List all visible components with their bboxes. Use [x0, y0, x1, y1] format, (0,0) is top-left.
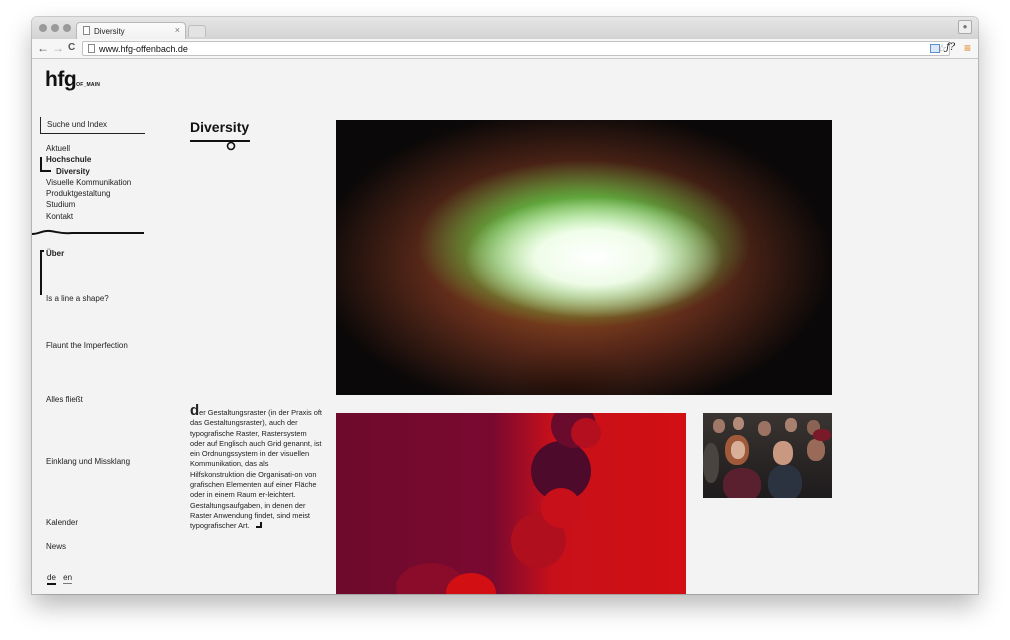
- nav-item-diversity[interactable]: Diversity: [46, 166, 131, 177]
- hfg-logo[interactable]: hfgOF_MAIN: [45, 68, 100, 92]
- zoom-window-dot[interactable]: [63, 24, 71, 32]
- logo-text: hfg: [45, 68, 77, 91]
- new-tab-button[interactable]: [188, 25, 206, 37]
- face: [807, 439, 825, 461]
- nav-item-produktgestaltung[interactable]: Produktgestaltung: [46, 188, 131, 199]
- browser-window: Diversity × ● ← → C www.hfg-offenbach.de…: [32, 17, 978, 594]
- user-profile-icon[interactable]: ●: [958, 20, 972, 34]
- close-window-dot[interactable]: [39, 24, 47, 32]
- address-bar[interactable]: www.hfg-offenbach.de ☆: [82, 41, 950, 56]
- article-text: der Gestaltungsraster (in der Praxis oft…: [190, 403, 322, 532]
- nav-item-aktuell[interactable]: Aktuell: [46, 143, 131, 154]
- face: [758, 421, 771, 436]
- nav-item-hochschule[interactable]: Hochschule: [46, 154, 131, 165]
- menu-icon[interactable]: ≡: [964, 41, 971, 55]
- article-dropcap: d: [190, 402, 200, 419]
- nav-item-kontakt[interactable]: Kontakt: [46, 211, 131, 222]
- nav-item-visuelle-kommunikation[interactable]: Visuelle Kommunikation: [46, 177, 131, 188]
- red-blob: [571, 418, 601, 448]
- face: [785, 418, 797, 432]
- face: [713, 419, 725, 433]
- page-icon: [88, 44, 95, 53]
- minimize-window-dot[interactable]: [51, 24, 59, 32]
- side-item-news[interactable]: News: [46, 542, 66, 551]
- url-text: www.hfg-offenbach.de: [99, 44, 188, 54]
- lang-de-link[interactable]: de: [47, 573, 56, 585]
- side-item-line-shape[interactable]: Is a line a shape?: [46, 294, 109, 303]
- side-item-flaunt-imperfection[interactable]: Flaunt the Imperfection: [46, 341, 128, 350]
- back-icon[interactable]: ←: [37, 41, 49, 55]
- side-item-kalender[interactable]: Kalender: [46, 518, 78, 527]
- section-bracket-decoration: [40, 250, 44, 295]
- end-mark-icon: [255, 522, 262, 529]
- clothing: [703, 443, 719, 483]
- face: [773, 441, 793, 465]
- extension-window-icon[interactable]: [930, 44, 940, 53]
- lang-en-link[interactable]: en: [63, 573, 73, 584]
- red-blob: [541, 488, 581, 528]
- page-title: Diversity: [190, 119, 250, 135]
- clothing: [723, 468, 761, 498]
- tab-close-icon[interactable]: ×: [175, 25, 180, 35]
- audience-photo: [703, 413, 832, 498]
- article-body: er Gestaltungsraster (in der Praxis oft …: [190, 408, 322, 531]
- red-hat: [813, 429, 831, 441]
- page-icon: [83, 26, 90, 35]
- logo-subtext: OF_MAIN: [76, 82, 101, 88]
- red-abstract-image: [336, 413, 686, 594]
- clothing: [768, 465, 802, 498]
- side-item-ueber[interactable]: Über: [46, 249, 64, 258]
- search-index-link[interactable]: Suche und Index: [40, 117, 145, 134]
- wave-divider: [32, 229, 144, 235]
- face: [733, 417, 744, 430]
- tab-title: Diversity: [94, 27, 125, 36]
- forward-icon[interactable]: →: [52, 41, 64, 55]
- side-item-alles-fliesst[interactable]: Alles fließt: [46, 395, 83, 404]
- nav-item-studium[interactable]: Studium: [46, 199, 131, 210]
- browser-toolbar: ← → C www.hfg-offenbach.de ☆ ƒ? ≡: [32, 39, 978, 59]
- reload-icon[interactable]: C: [68, 41, 75, 55]
- hero-light-image: [336, 120, 832, 395]
- tab-diversity[interactable]: Diversity ×: [76, 22, 186, 39]
- language-switch: de en: [47, 573, 77, 585]
- side-item-einklang-missklang[interactable]: Einklang und Missklang: [46, 457, 130, 466]
- page-content: hfgOF_MAIN Suche und Index Aktuell Hochs…: [32, 60, 978, 594]
- title-underline-decoration: [190, 140, 250, 151]
- main-nav: Aktuell Hochschule Diversity Visuelle Ko…: [46, 143, 131, 222]
- tab-bar: Diversity × ●: [32, 17, 978, 39]
- font-extension-icon[interactable]: ƒ?: [946, 41, 955, 55]
- face: [731, 441, 745, 459]
